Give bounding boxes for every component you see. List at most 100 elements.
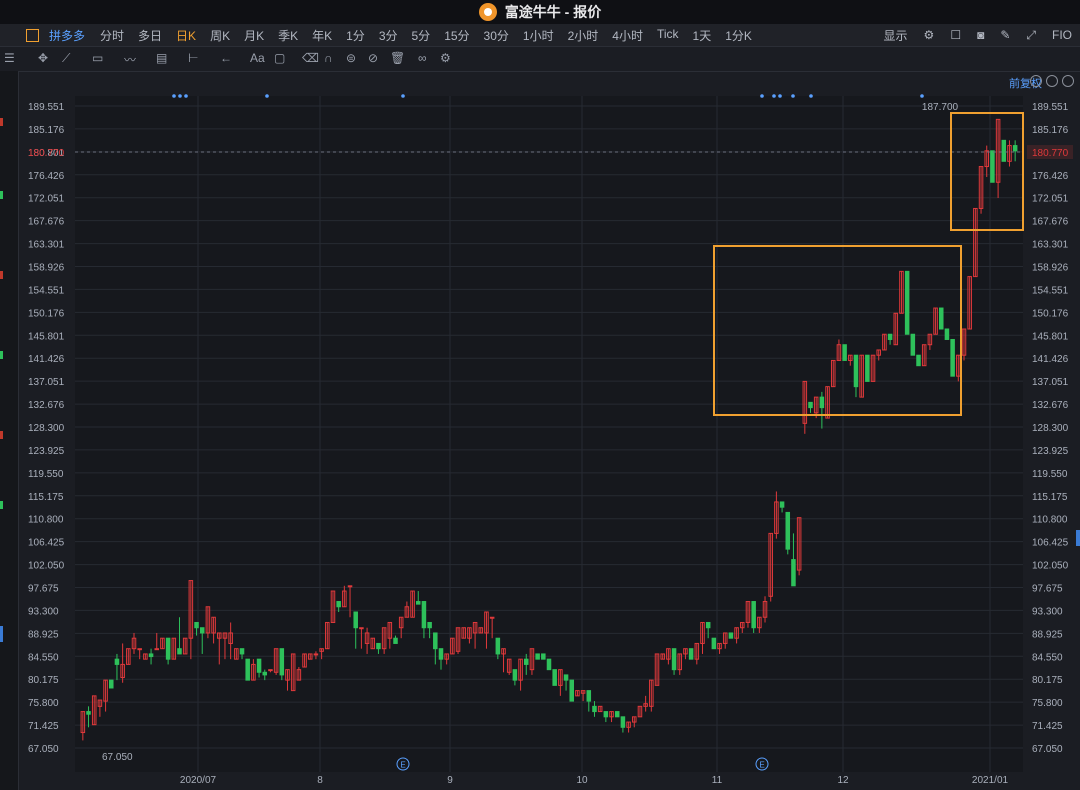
candle-body — [109, 679, 114, 689]
zoom-out-icon[interactable] — [1046, 75, 1058, 87]
candle-body — [728, 632, 734, 639]
candle-body — [785, 511, 791, 550]
candle-body — [148, 653, 154, 658]
y-tick-label: 115.175 — [1032, 492, 1068, 503]
candle-body — [711, 637, 717, 650]
y-tick-label: 145.801 — [1032, 331, 1069, 342]
candle-body — [438, 648, 444, 660]
candle-body — [808, 401, 813, 409]
candle-body — [586, 690, 592, 702]
y-tick-label-left: 93.300 — [28, 606, 59, 617]
event-dot — [172, 94, 176, 98]
y-tick-label-left: 115.175 — [28, 492, 64, 503]
y-tick-label: 84.550 — [1032, 652, 1063, 663]
y-tick-label: 110.800 — [1032, 515, 1068, 526]
candle-body — [353, 611, 358, 629]
y-tick-label-left: 110.800 — [28, 515, 64, 526]
current-price-label-left: 180.770 — [28, 148, 65, 159]
candle-body — [887, 333, 893, 340]
y-tick-label: 172.051 — [1032, 194, 1069, 205]
candle-body — [842, 344, 847, 361]
y-tick-label-left: 176.426 — [28, 171, 65, 182]
candle-body — [279, 648, 285, 676]
candle-body — [359, 627, 364, 630]
event-dot — [809, 94, 813, 98]
x-tick-label: 12 — [837, 775, 849, 786]
earnings-marker-letter: E — [400, 761, 405, 770]
candle-body — [256, 658, 262, 673]
event-dot — [265, 94, 269, 98]
candle-body — [194, 621, 199, 629]
y-tick-label-left: 84.550 — [28, 652, 59, 663]
y-tick-label-left: 154.551 — [28, 285, 65, 296]
candle-body — [904, 270, 910, 335]
low-price-label: 67.050 — [102, 752, 133, 763]
y-tick-label-left: 163.301 — [28, 240, 65, 251]
candlestick-chart[interactable]: 189.551189.551185.176185.176180.801180.8… — [0, 0, 1080, 790]
y-tick-label: 185.176 — [1032, 125, 1069, 136]
candle-body — [512, 669, 518, 681]
candle-body — [853, 354, 859, 388]
event-dot — [791, 94, 795, 98]
candle-body — [415, 601, 421, 605]
candle-body — [177, 648, 182, 655]
y-tick-label: 93.300 — [1032, 606, 1063, 617]
y-tick-label-left: 167.676 — [28, 217, 65, 228]
y-tick-label: 67.050 — [1032, 744, 1063, 755]
x-tick-label: 11 — [712, 775, 723, 786]
y-tick-label-left: 75.800 — [28, 698, 59, 709]
candle-body — [313, 653, 319, 656]
y-tick-label: 137.051 — [1032, 377, 1069, 388]
event-dot — [401, 94, 405, 98]
event-dot — [778, 94, 782, 98]
candle-body — [86, 711, 91, 715]
candle-body — [262, 671, 268, 676]
y-tick-label-left: 71.425 — [28, 721, 59, 732]
candle-body — [433, 632, 438, 650]
y-tick-label-left: 123.925 — [28, 446, 65, 457]
candle-body — [523, 658, 529, 665]
candle-body — [614, 711, 620, 718]
event-dot — [760, 94, 764, 98]
chart-icons — [1030, 75, 1074, 87]
y-tick-label: 158.926 — [1032, 263, 1069, 274]
y-tick-label: 176.426 — [1032, 171, 1069, 182]
zoom-in-icon[interactable] — [1062, 75, 1074, 87]
candle-body — [376, 642, 381, 650]
y-tick-label-left: 106.425 — [28, 538, 65, 549]
x-tick-label: 2021/01 — [972, 775, 1009, 786]
candle-body — [688, 648, 694, 660]
y-tick-label-left: 88.925 — [28, 629, 59, 640]
candle-body — [950, 338, 955, 377]
candle-body — [910, 333, 916, 356]
candle-body — [114, 658, 120, 665]
candle-body — [791, 559, 796, 587]
scroll-indicator — [1076, 530, 1080, 546]
candle-body — [154, 648, 160, 651]
candle-body — [165, 637, 171, 660]
y-tick-label: 97.675 — [1032, 584, 1063, 595]
y-tick-label: 154.551 — [1032, 285, 1069, 296]
candle-body — [819, 396, 825, 409]
candle-body — [1001, 139, 1007, 162]
candle-body — [393, 637, 398, 644]
y-tick-label: 119.550 — [1032, 469, 1068, 480]
candle-body — [489, 616, 495, 619]
candle-body — [705, 621, 711, 629]
candle-body — [990, 150, 995, 183]
y-tick-label-left: 158.926 — [28, 263, 65, 274]
candle-body — [552, 669, 557, 686]
candle-body — [603, 711, 609, 718]
candle-body — [865, 354, 870, 382]
y-tick-label-left: 128.300 — [28, 423, 65, 434]
y-tick-label: 123.925 — [1032, 446, 1069, 457]
reset-icon[interactable] — [1030, 75, 1042, 87]
x-tick-label: 10 — [576, 775, 588, 786]
candle-body — [938, 307, 944, 330]
y-tick-label-left: 80.175 — [28, 675, 59, 686]
candle-body — [245, 658, 250, 681]
event-dot — [178, 94, 182, 98]
event-dot — [184, 94, 188, 98]
earnings-marker-letter: E — [759, 761, 764, 770]
y-tick-label: 189.551 — [1032, 102, 1069, 113]
